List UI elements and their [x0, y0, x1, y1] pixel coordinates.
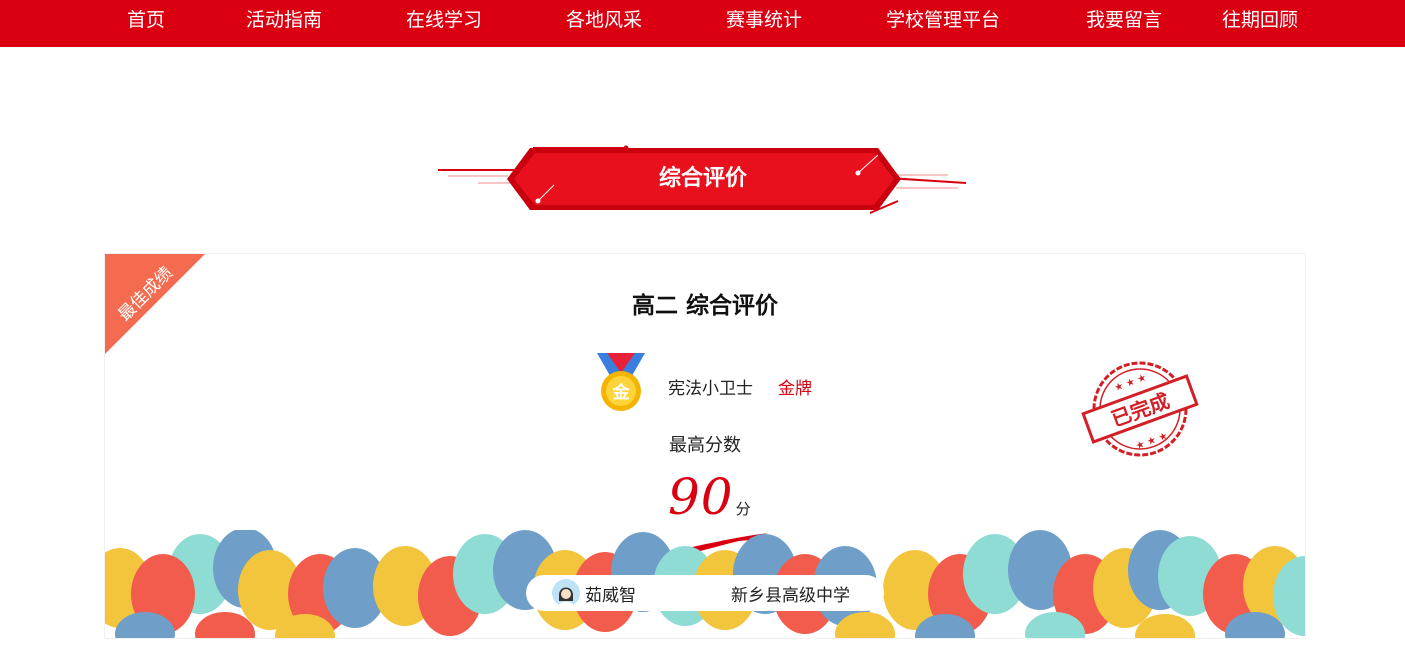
nav-item-competition-stats[interactable]: 赛事统计 — [726, 0, 802, 40]
top-navigation-bar: 首页 活动指南 在线学习 各地风采 赛事统计 学校管理平台 我要留言 往期回顾 — [0, 0, 1405, 47]
student-avatar-icon — [552, 579, 580, 607]
gold-medal-icon: 金 — [597, 353, 645, 411]
section-header: 综合评价 — [438, 143, 968, 215]
section-title: 综合评价 — [658, 166, 747, 191]
score: 90 分 — [668, 468, 751, 528]
school-name: 新乡县高级中学 — [731, 586, 850, 606]
nav-item-leave-message[interactable]: 我要留言 — [1086, 0, 1162, 40]
nav-item-activity-guide[interactable]: 活动指南 — [246, 0, 322, 40]
student-info-pill: 茹威智 新乡县高级中学 — [526, 575, 884, 611]
evaluation-card: 最佳成绩 高二 综合评价 金 宪法小卫士 金牌 最高分数 90 分 已完成 ★ ★… — [104, 253, 1306, 639]
completed-stamp-icon: 已完成 ★ ★ ★ ★ ★ ★ — [1081, 361, 1199, 457]
nav-item-past-review[interactable]: 往期回顾 — [1222, 0, 1298, 40]
student-name: 茹威智 — [585, 586, 636, 606]
card-title: 高二 综合评价 — [631, 293, 778, 319]
nav-item-online-learning[interactable]: 在线学习 — [406, 0, 482, 40]
nav-item-home[interactable]: 首页 — [127, 0, 165, 40]
medal-icon-text: 金 — [612, 382, 631, 403]
medal-level: 金牌 — [778, 379, 812, 399]
score-unit: 分 — [735, 500, 751, 518]
svg-text:★ ★ ★: ★ ★ ★ — [1134, 431, 1169, 453]
nav-item-regional-showcase[interactable]: 各地风采 — [566, 0, 642, 40]
score-value: 90 — [668, 468, 734, 526]
nav-item-school-platform[interactable]: 学校管理平台 — [886, 0, 1000, 40]
medal-name: 宪法小卫士 — [668, 379, 753, 399]
